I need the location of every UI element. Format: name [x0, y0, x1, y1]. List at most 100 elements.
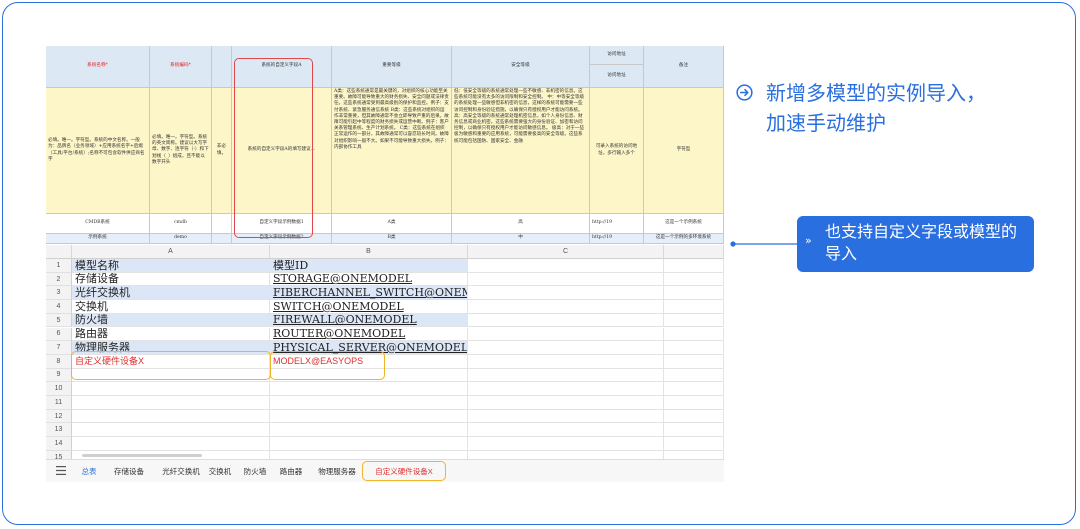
- cell-d-14[interactable]: [664, 437, 724, 451]
- cell-d-2[interactable]: [664, 272, 724, 287]
- sheet-tab[interactable]: 总表: [76, 460, 102, 482]
- row-number[interactable]: 12: [46, 409, 72, 424]
- cell-d-12[interactable]: [664, 409, 724, 424]
- cell-a-14[interactable]: [72, 437, 270, 451]
- row-number[interactable]: 9: [46, 368, 72, 383]
- cell-c-5[interactable]: [468, 313, 664, 328]
- cell-c-6[interactable]: [468, 327, 664, 342]
- column-header-b[interactable]: B: [270, 245, 468, 259]
- cell-a-3[interactable]: 光纤交换机: [72, 286, 270, 301]
- row-number[interactable]: 14: [46, 437, 72, 451]
- cell-c-2[interactable]: [468, 272, 664, 287]
- cell-b-3[interactable]: FIBERCHANNEL_SWITCH@ONEMODEL: [270, 286, 468, 301]
- cell-a-2[interactable]: 存储设备: [72, 272, 270, 287]
- cell-b-11[interactable]: [270, 396, 468, 410]
- double-chevron-icon: »: [805, 234, 812, 247]
- cell-b-4[interactable]: SWITCH@ONEMODEL: [270, 300, 468, 314]
- cell-c-9[interactable]: [468, 368, 664, 383]
- row-number[interactable]: 10: [46, 382, 72, 396]
- row-number[interactable]: 13: [46, 423, 72, 438]
- row-number[interactable]: 5: [46, 313, 72, 328]
- custom-field-highlight-box: [234, 58, 313, 238]
- cell-b-10[interactable]: [270, 382, 468, 396]
- example-2-importance: B类: [332, 234, 452, 244]
- cell-d-5[interactable]: [664, 313, 724, 328]
- cell-c-3[interactable]: [468, 286, 664, 301]
- cell-c-11[interactable]: [468, 396, 664, 410]
- example-2-remark: 这是一个示例的多环境系统: [644, 234, 724, 244]
- cell-c-7[interactable]: [468, 341, 664, 355]
- cell-d-7[interactable]: [664, 341, 724, 355]
- sheet-tab[interactable]: 物理服务器: [314, 460, 360, 482]
- cell-d-8[interactable]: [664, 354, 724, 369]
- feature-line-2: 加速手动维护: [766, 111, 886, 135]
- cell-b-5[interactable]: FIREWALL@ONEMODEL: [270, 313, 468, 328]
- cell-a-5[interactable]: 防火墙: [72, 313, 270, 328]
- cell-c-10[interactable]: [468, 382, 664, 396]
- cell-c-12[interactable]: [468, 409, 664, 424]
- row-number[interactable]: 11: [46, 396, 72, 410]
- sheet-list-menu-icon[interactable]: [56, 466, 66, 475]
- cell-b-1[interactable]: 模型ID: [270, 259, 468, 273]
- cell-a-13[interactable]: [72, 423, 270, 438]
- model-id: STORAGE@ONEMODEL: [273, 272, 413, 286]
- column-header-d[interactable]: [664, 245, 724, 259]
- example-1-name: CMDB系统: [46, 214, 150, 234]
- example-2-security: 中: [452, 234, 590, 244]
- model-name: 防火墙: [75, 313, 108, 327]
- desc-custom-prefix: 非必填。: [212, 88, 232, 214]
- cell-b-6[interactable]: ROUTER@ONEMODEL: [270, 327, 468, 342]
- header-system-name: 系统名称*: [46, 46, 150, 88]
- sheet-tab[interactable]: 存储设备: [108, 460, 150, 482]
- row-number[interactable]: 8: [46, 354, 72, 369]
- select-all-corner[interactable]: [46, 245, 72, 259]
- cell-d-1[interactable]: [664, 259, 724, 273]
- horizontal-scrollbar[interactable]: [82, 454, 202, 457]
- cell-a-12[interactable]: [72, 409, 270, 424]
- cell-d-13[interactable]: [664, 423, 724, 438]
- row-number[interactable]: 3: [46, 286, 72, 301]
- callout-custom-field-support: » 也支持自定义字段或模型的导入: [797, 216, 1034, 272]
- cell-a-1[interactable]: 模型名称: [72, 259, 270, 273]
- cell-d-9[interactable]: [664, 368, 724, 383]
- example-1-importance: A类: [332, 214, 452, 234]
- row-number[interactable]: 2: [46, 272, 72, 287]
- sheet-tab[interactable]: 防火墙: [240, 460, 270, 482]
- sheet-tab[interactable]: 路由器: [276, 460, 306, 482]
- cell-c-14[interactable]: [468, 437, 664, 451]
- header-model-id: 模型ID: [273, 259, 309, 272]
- cell-c-13[interactable]: [468, 423, 664, 438]
- cell-d-10[interactable]: [664, 382, 724, 396]
- cell-d-11[interactable]: [664, 396, 724, 410]
- cell-d-4[interactable]: [664, 300, 724, 314]
- cell-d-3[interactable]: [664, 286, 724, 301]
- desc-access: 可录入系统的访问地址，多行输入多个: [590, 88, 644, 214]
- cell-c-4[interactable]: [468, 300, 664, 314]
- cell-b-13[interactable]: [270, 423, 468, 438]
- row-number[interactable]: 1: [46, 259, 72, 273]
- example-1-code: cmdb: [150, 214, 212, 234]
- model-name: 路由器: [75, 327, 108, 341]
- row-number[interactable]: 4: [46, 300, 72, 314]
- cell-b-2[interactable]: STORAGE@ONEMODEL: [270, 272, 468, 287]
- sheet-tab[interactable]: 光纤交换机: [154, 460, 208, 482]
- row-number[interactable]: 6: [46, 327, 72, 342]
- connector-line: [730, 241, 798, 247]
- cell-a-4[interactable]: 交换机: [72, 300, 270, 314]
- cell-a-11[interactable]: [72, 396, 270, 410]
- cell-c-1[interactable]: [468, 259, 664, 273]
- header-blank: [212, 46, 232, 88]
- cell-b-12[interactable]: [270, 409, 468, 424]
- row-number[interactable]: 7: [46, 341, 72, 355]
- desc-security: 低：低安全等级的系统通常处理一些不敏感、非机密的信息。这些系统可能没有太多的访问…: [452, 88, 590, 214]
- cell-b-14[interactable]: [270, 437, 468, 451]
- column-header-a[interactable]: A: [72, 245, 270, 259]
- cell-a-6[interactable]: 路由器: [72, 327, 270, 342]
- cell-a-10[interactable]: [72, 382, 270, 396]
- sheet-tab[interactable]: 交换机: [206, 460, 234, 482]
- sheet-tab[interactable]: 自定义硬件设备X: [362, 461, 446, 481]
- cell-c-8[interactable]: [468, 354, 664, 369]
- example-2-access: http://19: [590, 234, 644, 244]
- column-header-c[interactable]: C: [468, 245, 664, 259]
- cell-d-6[interactable]: [664, 327, 724, 342]
